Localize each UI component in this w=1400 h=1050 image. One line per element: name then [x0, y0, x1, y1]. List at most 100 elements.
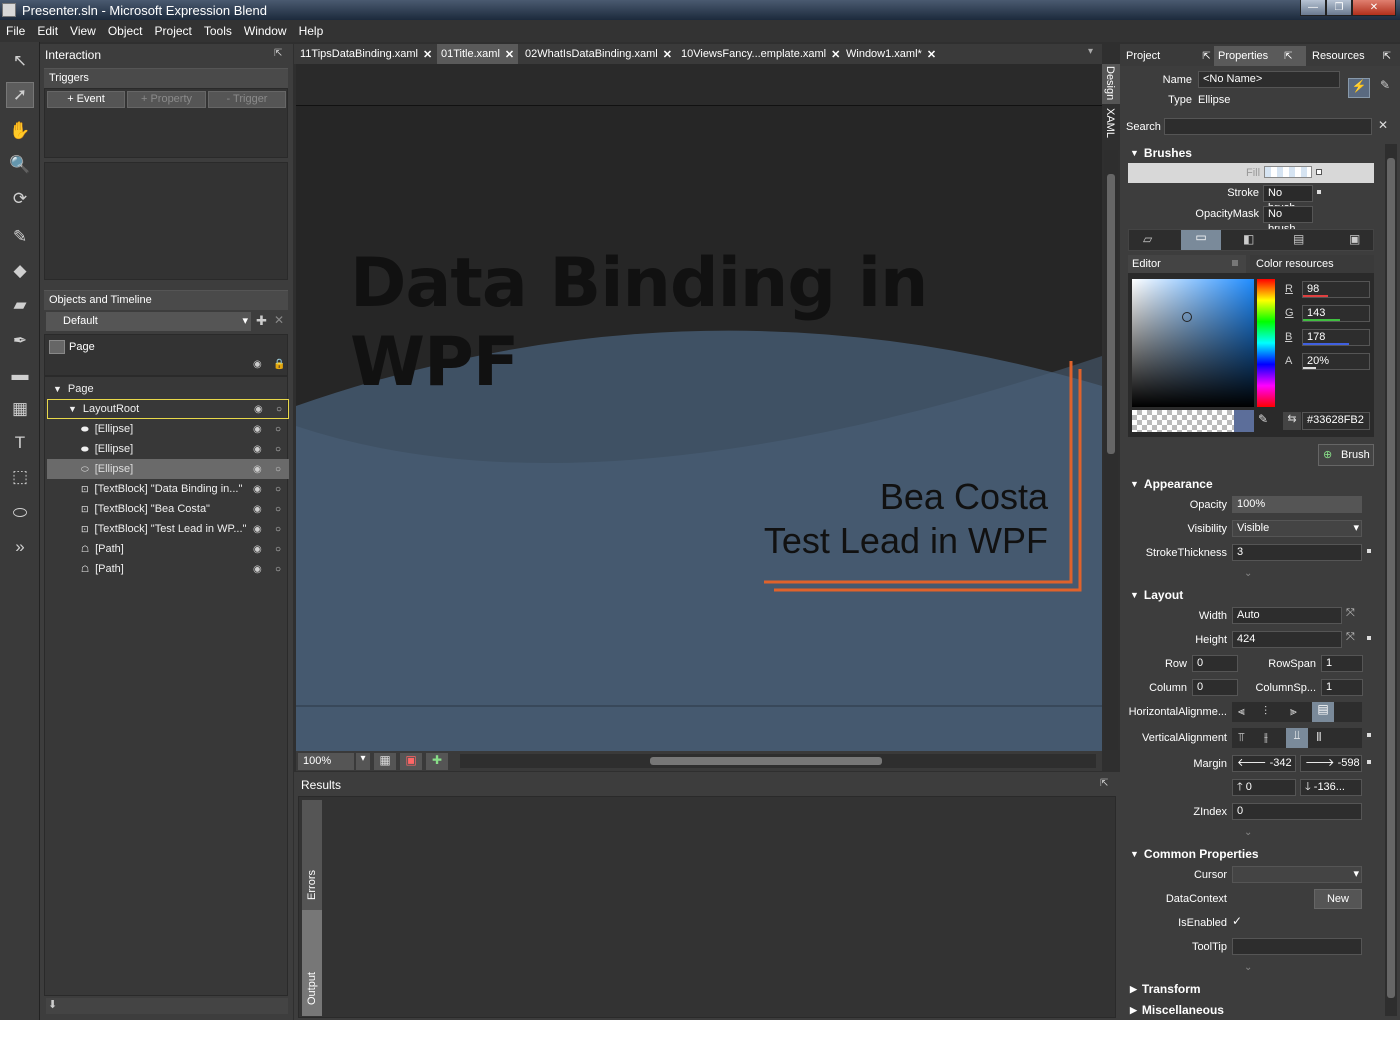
visibility-eye-icon[interactable]: ◉ — [253, 484, 262, 495]
lock-toggle-icon[interactable]: ○ — [275, 564, 281, 575]
gradient-brush-icon[interactable]: ◧ — [1243, 232, 1254, 246]
margin-top-field[interactable]: 🡑 0 — [1232, 779, 1296, 796]
align-right-icon[interactable]: ⫸ — [1290, 704, 1297, 719]
close-tab-icon[interactable]: ✕ — [505, 48, 514, 61]
stroke-brush-field[interactable]: No brush — [1263, 185, 1313, 214]
color-resources-tab[interactable]: Color resources — [1250, 255, 1374, 273]
appearance-expand-icon[interactable]: ⌄ — [1244, 568, 1252, 579]
lock-toggle-icon[interactable]: ○ — [275, 484, 281, 495]
properties-scrollbar[interactable] — [1385, 144, 1397, 1016]
asset-tool-icon[interactable]: ⬭ — [6, 500, 34, 526]
zoom-tool-icon[interactable]: 🔍 — [6, 152, 34, 178]
margin-right-field[interactable]: 🡒 -598 — [1300, 755, 1362, 772]
lock-toggle-icon[interactable]: ○ — [275, 504, 281, 515]
triggers-header[interactable]: Triggers — [44, 68, 288, 88]
visibility-eye-icon[interactable]: ◉ — [253, 564, 262, 575]
add-event-button[interactable]: + Event — [47, 91, 125, 108]
lock-toggle-icon[interactable]: ○ — [276, 404, 282, 415]
zindex-field[interactable]: 0 — [1232, 803, 1362, 820]
align-middle-icon[interactable]: ⫲ — [1264, 730, 1268, 745]
stroke-advanced-icon[interactable] — [1317, 190, 1321, 194]
close-storyboard-icon[interactable]: ✕ — [274, 313, 284, 327]
strokethickness-advanced-icon[interactable] — [1367, 549, 1371, 553]
appearance-section-header[interactable]: ▼ Appearance — [1124, 474, 1382, 494]
close-tab-icon[interactable]: ✕ — [663, 48, 672, 61]
a-channel-field[interactable]: 20% — [1302, 353, 1370, 370]
pin-panel-icon[interactable]: ⇱ — [274, 48, 282, 59]
visibility-eye-icon[interactable]: ◉ — [253, 504, 262, 515]
design-view-tab[interactable]: Design — [1102, 64, 1120, 104]
lock-toggle-icon[interactable]: ○ — [275, 444, 281, 455]
menu-file[interactable]: File — [0, 24, 31, 38]
tile-brush-icon[interactable]: ▤ — [1293, 232, 1304, 246]
margin-advanced-icon[interactable] — [1367, 760, 1371, 764]
maximize-button[interactable]: ❐ — [1326, 0, 1352, 16]
datacontext-new-button[interactable]: New — [1314, 889, 1362, 909]
color-eyedropper-icon[interactable]: ✎ — [1258, 412, 1268, 426]
tab-document-3[interactable]: 02WhatIsDataBinding.xaml ✕ — [521, 44, 676, 64]
tree-item-7[interactable]: ⊡ [TextBlock] "Bea Costa" ◉ ○ — [47, 499, 289, 519]
xaml-view-tab[interactable]: XAML — [1102, 106, 1120, 146]
lock-toggle-icon[interactable]: ○ — [275, 424, 281, 435]
visibility-eye-icon[interactable]: ◉ — [253, 544, 262, 555]
name-field[interactable]: <No Name> — [1198, 71, 1340, 88]
button-control-tool-icon[interactable]: ⬚ — [6, 464, 34, 490]
tree-item-9[interactable]: ☖ [Path] ◉ ○ — [47, 539, 289, 559]
align-stretch-icon[interactable]: ▤ — [1312, 702, 1334, 722]
tab-properties[interactable]: Properties ⇱ — [1214, 46, 1306, 66]
tree-item-3[interactable]: ⬬ [Ellipse] ◉ ○ — [47, 419, 289, 439]
camera-orbit-tool-icon[interactable]: ⟳ — [6, 186, 34, 212]
horizontal-scroll-thumb[interactable] — [650, 757, 882, 765]
common-properties-section-header[interactable]: ▼ Common Properties — [1124, 844, 1382, 864]
menu-view[interactable]: View — [64, 24, 102, 38]
common-expand-icon[interactable]: ⌄ — [1244, 962, 1252, 973]
remove-trigger-button[interactable]: - Trigger — [208, 91, 286, 108]
align-left-icon[interactable]: ⫷ — [1238, 704, 1245, 719]
lock-icon[interactable]: 🔒 — [273, 359, 285, 370]
close-button[interactable]: ✕ — [1352, 0, 1396, 16]
lock-toggle-icon[interactable]: ○ — [275, 464, 281, 475]
canvas-horizontal-scrollbar[interactable] — [460, 754, 1096, 768]
properties-scroll-thumb[interactable] — [1387, 158, 1395, 998]
opacity-field[interactable]: 100% — [1232, 496, 1362, 513]
design-canvas[interactable]: Data Binding in WPF Bea Costa Test Lead … — [296, 106, 1102, 751]
canvas-vertical-scrollbar[interactable] — [1104, 150, 1118, 750]
hue-slider[interactable] — [1257, 279, 1275, 407]
r-channel-field[interactable]: 98 — [1302, 281, 1370, 298]
brushes-section-header[interactable]: ▼ Brushes — [1124, 143, 1382, 163]
width-field[interactable]: Auto — [1232, 607, 1342, 624]
miscellaneous-section-header[interactable]: ▶ Miscellaneous — [1124, 1000, 1382, 1020]
menu-edit[interactable]: Edit — [31, 24, 64, 38]
height-advanced-icon[interactable] — [1367, 636, 1371, 640]
expand-timeline-icon[interactable]: ⬇ — [48, 998, 57, 1011]
tab-project[interactable]: Project ⇱ — [1122, 46, 1215, 66]
snap-gridlines-icon[interactable]: ▣ — [400, 753, 422, 770]
paint-bucket-tool-icon[interactable]: ◆ — [6, 258, 34, 284]
layout-expand-icon[interactable]: ⌄ — [1244, 827, 1252, 838]
g-channel-field[interactable]: 143 — [1302, 305, 1370, 322]
menu-project[interactable]: Project — [149, 24, 198, 38]
isenabled-checkbox[interactable]: ✓ — [1232, 914, 1242, 928]
events-view-icon[interactable]: ⚡ — [1348, 78, 1370, 98]
zoom-dropdown-icon[interactable]: ▾ — [356, 753, 370, 770]
slide-role-text[interactable]: Test Lead in WPF — [764, 520, 1048, 562]
tree-item-4[interactable]: ⬬ [Ellipse] ◉ ○ — [47, 439, 289, 459]
margin-left-field[interactable]: 🡐 -342 — [1232, 755, 1296, 772]
clear-search-icon[interactable]: ✕ — [1378, 118, 1388, 132]
layout-section-header[interactable]: ▼ Layout — [1124, 585, 1382, 605]
menu-window[interactable]: Window — [238, 24, 293, 38]
snap-snaplines-icon[interactable]: ✚ — [426, 753, 448, 770]
align-bottom-icon[interactable]: ⫫ — [1286, 728, 1308, 748]
color-field[interactable] — [1132, 279, 1254, 407]
minimize-button[interactable]: — — [1300, 0, 1326, 16]
tab-document-5[interactable]: Window1.xaml* ✕ — [842, 44, 940, 64]
zoom-field[interactable]: 100% — [298, 753, 354, 770]
pin-results-icon[interactable]: ⇱ — [1100, 778, 1108, 789]
tree-item-5[interactable]: ⬭ [Ellipse] ◉ ○ — [47, 459, 289, 479]
visibility-eye-icon[interactable]: ◉ — [253, 424, 262, 435]
properties-view-icon[interactable]: ✎ — [1376, 78, 1394, 98]
row-field[interactable]: 0 — [1192, 655, 1238, 672]
hex-color-field[interactable]: #33628FB2 — [1302, 412, 1370, 430]
tree-item-6[interactable]: ⊡ [TextBlock] "Data Binding in..." ◉ ○ — [47, 479, 289, 499]
menu-tools[interactable]: Tools — [198, 24, 238, 38]
